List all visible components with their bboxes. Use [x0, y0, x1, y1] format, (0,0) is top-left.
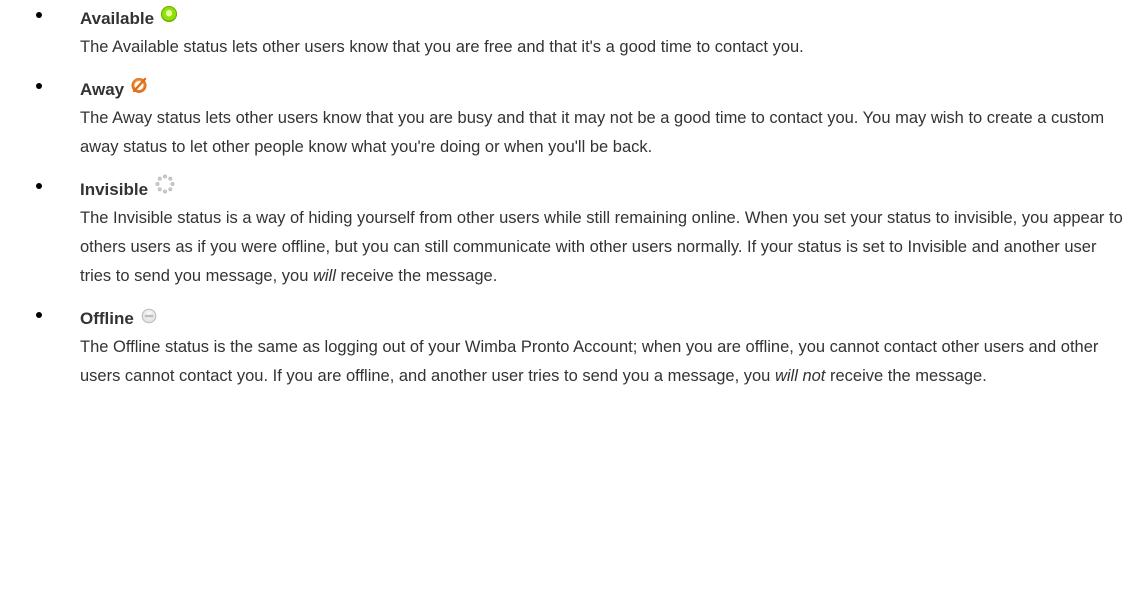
status-description: The Available status lets other users kn… [80, 38, 804, 56]
status-item-away: Away The Away status lets other users kn… [0, 74, 1143, 162]
status-name: Available [80, 8, 155, 28]
status-list: Available The Available status lets othe… [0, 3, 1143, 391]
list-bullet [36, 183, 42, 189]
list-bullet [36, 312, 42, 318]
available-icon [161, 6, 178, 22]
offline-icon [141, 308, 157, 324]
status-description: The Invisible status is a way of hiding … [80, 209, 1123, 285]
status-name: Away [80, 79, 125, 99]
invisible-icon [155, 174, 175, 194]
status-name: Invisible [80, 179, 149, 199]
status-header: Away [80, 74, 1143, 104]
emphasis-text: will [312, 267, 336, 285]
away-icon [131, 77, 147, 93]
list-bullet [36, 83, 42, 89]
status-item-invisible: Invisible The Invisible status is a way … [0, 174, 1143, 291]
status-item-available: Available The Available status lets othe… [0, 3, 1143, 62]
status-description: The Away status lets other users know th… [80, 109, 1105, 156]
status-header: Offline [80, 303, 1143, 333]
emphasis-text: will not [774, 367, 826, 385]
status-description: The Offline status is the same as loggin… [80, 338, 1099, 385]
status-item-offline: Offline The Offline status is the same a… [0, 303, 1143, 391]
list-bullet [36, 12, 42, 18]
status-header: Invisible [80, 174, 1143, 204]
status-header: Available [80, 3, 1143, 33]
status-name: Offline [80, 308, 134, 328]
